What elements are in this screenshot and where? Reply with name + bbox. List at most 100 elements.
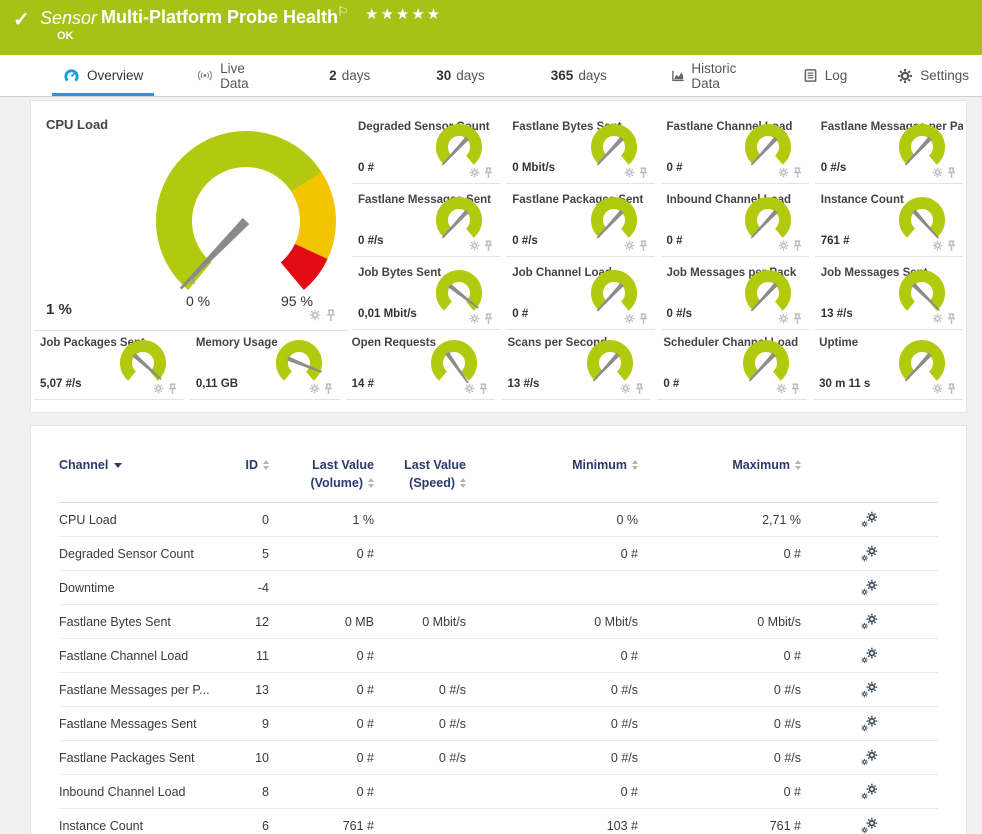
channel-settings-gears-icon[interactable] [860,544,879,563]
pin-icon[interactable] [946,313,957,325]
table-row: Fastlane Messages per P... 13 0 # 0 #/s … [59,673,938,707]
gauge-max-label: 95 % [281,293,313,309]
pin-icon[interactable] [792,240,803,252]
channel-settings-gears-icon[interactable] [860,680,879,699]
gauge-settings-gear-icon[interactable] [932,313,943,324]
tab-bar: Overview Live Data 2 days 30 days 365 da… [0,55,982,97]
tab-label: Overview [87,68,143,83]
column-header-last-value-speed[interactable]: Last Value (Speed) [374,456,466,492]
gauge-settings-gear-icon[interactable] [778,313,789,324]
channel-settings-gears-icon[interactable] [860,510,879,529]
priority-flag-icon[interactable]: ⚐ [337,4,349,20]
gauge-settings-gear-icon[interactable] [778,240,789,251]
mini-gauge [895,121,949,171]
gauge-settings-gear-icon[interactable] [469,240,480,251]
pin-icon[interactable] [634,383,645,395]
gauge-value: 0 # [512,308,528,320]
pin-icon[interactable] [483,240,494,252]
column-header-last-value-volume[interactable]: Last Value (Volume) [269,456,374,492]
gauge-bottom-row: Job Packages Sent 5,07 #/s Memory Usage [34,331,963,400]
last-value-speed: 0 #/s [374,717,466,731]
tab-2-days[interactable]: 2 days [316,55,383,96]
last-value-volume: 1 % [269,513,374,527]
gauge-settings-gear-icon[interactable] [464,383,475,394]
pin-icon[interactable] [167,383,178,395]
channel-settings-gears-icon[interactable] [860,748,879,767]
tab-label-unit: days [456,68,485,83]
gauge-settings-gear-icon[interactable] [624,240,635,251]
table-row: Degraded Sensor Count 5 0 # 0 # 0 # [59,537,938,571]
channel-settings-gears-icon[interactable] [860,782,879,801]
chart-icon [671,68,685,84]
mini-gauge [895,194,949,244]
column-header-channel[interactable]: Channel [59,456,219,474]
gauge-value: 13 #/s [507,378,539,390]
tab-overview[interactable]: Overview [50,55,156,96]
channel-settings-gears-icon[interactable] [860,714,879,733]
gauge-value: 0,01 Mbit/s [358,308,417,320]
sensor-status-header: ✓ Sensor Multi-Platform Probe Health ⚐ ★… [0,0,982,55]
pin-icon[interactable] [638,313,649,325]
gauge-settings-gear-icon[interactable] [932,240,943,251]
pin-icon[interactable] [483,167,494,179]
gauge-settings-gear-icon[interactable] [624,313,635,324]
gauge-settings-gear-icon[interactable] [153,383,164,394]
channel-settings-gears-icon[interactable] [860,816,879,834]
minimum-value: 0 #/s [466,751,638,765]
pin-icon[interactable] [638,240,649,252]
maximum-value: 0 # [638,547,801,561]
gauge-settings-gear-icon[interactable] [469,313,480,324]
gauge-settings-gear-icon[interactable] [932,383,943,394]
channel-settings-gears-icon[interactable] [860,646,879,665]
mini-gauge [427,337,481,387]
gauge-settings-gear-icon[interactable] [469,167,480,178]
gauge-settings-gear-icon[interactable] [776,383,787,394]
mini-gauge-panel: Degraded Sensor Count 0 # [352,101,500,184]
channel-name: Instance Count [59,819,219,833]
maximum-value: 0 #/s [638,751,801,765]
gauge-settings-gear-icon[interactable] [309,383,320,394]
gauge-settings-gear-icon[interactable] [778,167,789,178]
channel-settings-gears-icon[interactable] [860,578,879,597]
channel-id: 12 [219,615,269,629]
tab-365-days[interactable]: 365 days [538,55,620,96]
pin-icon[interactable] [478,383,489,395]
channel-table-body: CPU Load 0 1 % 0 % 2,71 % Degraded Senso… [59,503,938,834]
column-header-minimum[interactable]: Minimum [466,456,638,474]
pin-icon[interactable] [790,383,801,395]
pin-icon[interactable] [483,313,494,325]
column-header-maximum[interactable]: Maximum [638,456,801,474]
gauge-settings-gear-icon[interactable] [624,167,635,178]
last-value-speed: 0 #/s [374,683,466,697]
tab-log[interactable]: Log [790,55,861,96]
mini-gauge [116,337,170,387]
gauge-settings-gear-icon[interactable] [309,309,321,321]
gauge-value: 0 #/s [358,235,384,247]
mini-gauge [741,267,795,317]
mini-gauge [895,267,949,317]
pin-icon[interactable] [946,240,957,252]
gauge-settings-gear-icon[interactable] [620,383,631,394]
pin-icon[interactable] [946,383,957,395]
tab-30-days[interactable]: 30 days [423,55,498,96]
pin-icon[interactable] [323,383,334,395]
priority-stars[interactable]: ★★★★★ [365,5,442,23]
tab-live-data[interactable]: Live Data [184,55,278,96]
pin-icon[interactable] [946,167,957,179]
gauge-settings-gear-icon[interactable] [932,167,943,178]
channel-settings-gears-icon[interactable] [860,612,879,631]
pin-icon[interactable] [325,309,337,322]
tab-settings[interactable]: Settings [884,55,982,96]
pin-icon[interactable] [792,313,803,325]
tab-historic-data[interactable]: Historic Data [658,55,766,96]
sort-caret-icon [114,463,122,468]
column-header-id[interactable]: ID [219,456,269,474]
last-value-volume: 0 # [269,785,374,799]
maximum-value: 761 # [638,819,801,833]
tab-label-unit: days [342,68,371,83]
pin-icon[interactable] [638,167,649,179]
gauge-value: 13 #/s [821,308,853,320]
gauge-value: 0 # [663,378,679,390]
pin-icon[interactable] [792,167,803,179]
last-value-speed: 0 #/s [374,751,466,765]
